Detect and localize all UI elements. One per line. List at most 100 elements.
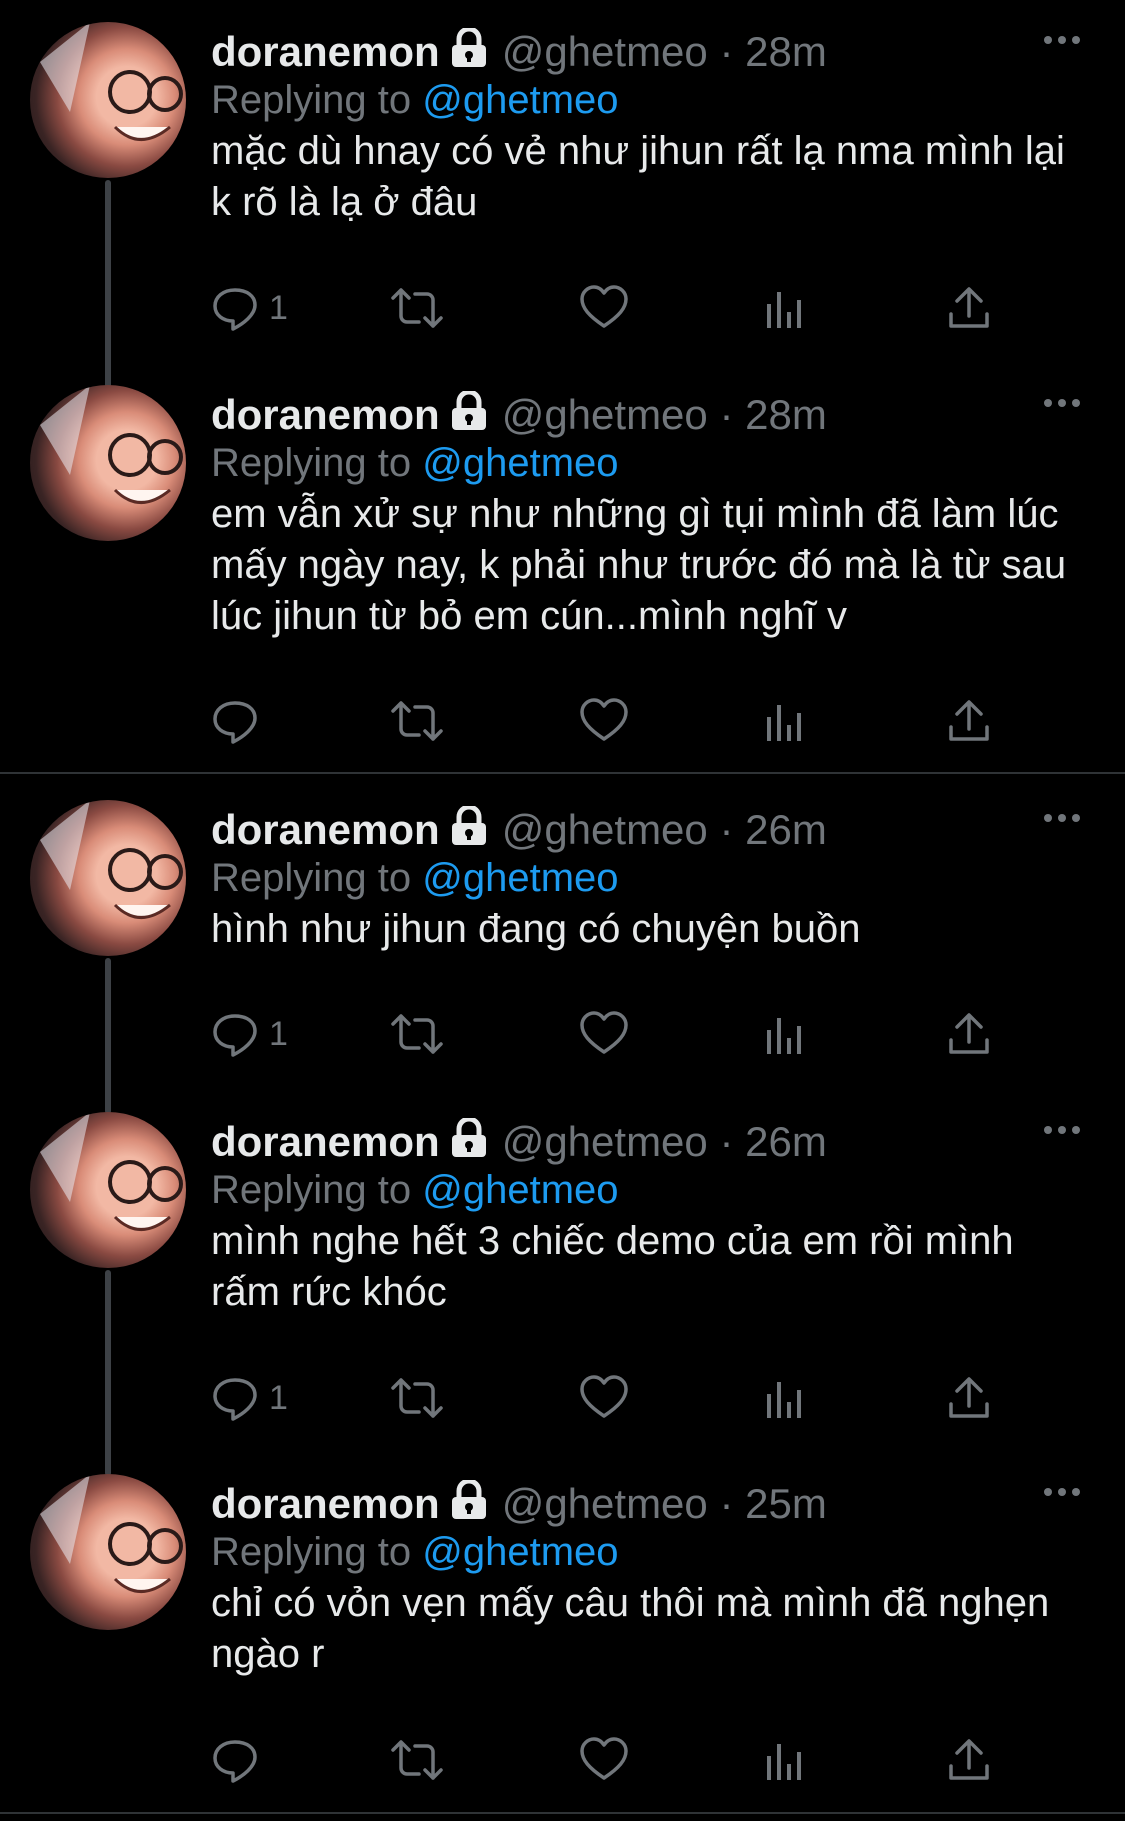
like-button[interactable] [579,1736,629,1784]
mention-link[interactable]: @ghetmeo [422,1530,618,1574]
retweet-icon [391,288,443,328]
reply-button[interactable]: 1 [211,1010,288,1058]
like-icon [580,285,628,328]
views-button[interactable] [765,1736,805,1784]
views-button[interactable] [765,284,805,332]
mention-link[interactable]: @ghetmeo [422,78,618,122]
display-name[interactable]: doranemon [211,806,440,853]
timestamp[interactable]: 28m [745,391,827,438]
reply-button[interactable]: 1 [211,284,288,332]
timestamp[interactable]: 28m [745,28,827,75]
avatar[interactable] [30,800,186,956]
views-button[interactable] [765,1374,805,1422]
reply-count: 1 [269,1014,288,1053]
tweet-header: doranemon @ghetmeo · 26m [211,1116,827,1168]
reply-button[interactable] [211,1736,269,1784]
retweet-button[interactable] [389,1010,445,1058]
avatar[interactable] [30,22,186,178]
like-button[interactable] [579,697,629,745]
more-icon[interactable] [1042,30,1082,50]
retweet-button[interactable] [389,697,445,745]
retweet-button[interactable] [389,1736,445,1784]
separator: · [719,806,734,853]
display-name[interactable]: doranemon [211,28,440,75]
divider [0,772,1125,774]
more-icon[interactable] [1042,393,1082,413]
like-icon [580,1737,628,1780]
display-name[interactable]: doranemon [211,1480,440,1527]
share-button[interactable] [947,284,991,332]
like-button[interactable] [579,1374,629,1422]
lock-icon [450,26,488,78]
reply-button[interactable] [211,697,269,745]
replying-to: Replying to @ghetmeo [211,77,619,123]
share-icon [949,287,989,328]
lock-icon [450,1478,488,1530]
views-button[interactable] [765,1010,805,1058]
tweet-header: doranemon @ghetmeo · 28m [211,26,827,78]
retweet-button[interactable] [389,284,445,332]
separator: · [719,1118,734,1165]
thread-line [105,1270,111,1476]
tweet[interactable]: doranemon @ghetmeo · 25m Replying to @ghe… [0,1474,1125,1794]
timestamp[interactable]: 26m [745,806,827,853]
handle[interactable]: @ghetmeo [502,28,708,75]
like-icon [580,1375,628,1418]
handle[interactable]: @ghetmeo [502,1480,708,1527]
thread-line [105,958,111,1114]
like-icon [580,1011,628,1054]
mention-link[interactable]: @ghetmeo [422,1168,618,1212]
avatar-image [40,800,183,919]
mention-link[interactable]: @ghetmeo [422,441,618,485]
avatar[interactable] [30,1474,186,1630]
share-button[interactable] [947,1010,991,1058]
replying-to: Replying to @ghetmeo [211,1529,619,1575]
replying-to: Replying to @ghetmeo [211,440,619,486]
retweet-button[interactable] [389,1374,445,1422]
timestamp[interactable]: 25m [745,1480,827,1527]
share-icon [949,1013,989,1054]
share-button[interactable] [947,1736,991,1784]
separator: · [719,1480,734,1527]
separator: · [719,391,734,438]
avatar[interactable] [30,1112,186,1268]
like-button[interactable] [579,1010,629,1058]
action-bar [211,697,1011,753]
more-icon[interactable] [1042,1120,1082,1140]
lock-icon [450,1116,488,1168]
tweet[interactable]: doranemon @ghetmeo · 28m Replying to @ghe… [0,22,1125,402]
tweet-text: chỉ có vỏn vẹn mấy câu thôi mà mình đã n… [211,1581,1050,1676]
more-icon[interactable] [1042,1482,1082,1502]
tweet[interactable]: doranemon @ghetmeo · 26m Replying to @ghe… [0,800,1125,1114]
reply-count: 1 [269,288,288,327]
timestamp[interactable]: 26m [745,1118,827,1165]
share-button[interactable] [947,1374,991,1422]
share-icon [949,700,989,741]
display-name[interactable]: doranemon [211,391,440,438]
tweet-text: mặc dù hnay có vẻ như jihun rất lạ nma m… [211,129,1065,224]
share-button[interactable] [947,697,991,745]
tweet-header: doranemon @ghetmeo · 28m [211,389,827,441]
avatar[interactable] [30,385,186,541]
mention-link[interactable]: @ghetmeo [422,856,618,900]
tweet[interactable]: doranemon @ghetmeo · 26m Replying to @ghe… [0,1112,1125,1476]
separator: · [719,28,734,75]
more-icon[interactable] [1042,808,1082,828]
display-name[interactable]: doranemon [211,1118,440,1165]
handle[interactable]: @ghetmeo [502,806,708,853]
reply-icon [213,1740,257,1783]
lock-icon [450,389,488,441]
views-icon [767,292,801,328]
reply-button[interactable]: 1 [211,1374,288,1422]
like-button[interactable] [579,284,629,332]
handle[interactable]: @ghetmeo [502,391,708,438]
lock-icon [450,804,488,856]
action-bar [211,1736,1011,1792]
views-button[interactable] [765,697,805,745]
replying-prefix: Replying to [211,856,412,900]
action-bar: 1 [211,1010,1011,1066]
tweet-text: em vẫn xử sự như những gì tụi mình đã là… [211,492,1067,638]
tweet-header: doranemon @ghetmeo · 26m [211,804,827,856]
tweet[interactable]: doranemon @ghetmeo · 28m Replying to @ghe… [0,385,1125,760]
handle[interactable]: @ghetmeo [502,1118,708,1165]
